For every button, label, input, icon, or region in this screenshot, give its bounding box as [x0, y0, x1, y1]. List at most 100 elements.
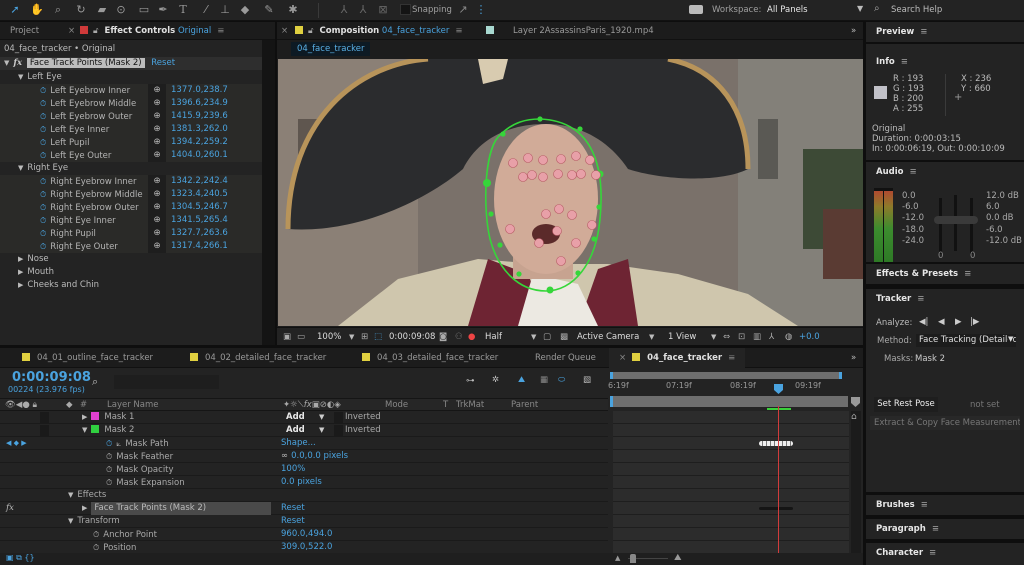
tab-04-face-tracker[interactable]: × 04_face_tracker ≡	[609, 348, 746, 368]
comp-marker-bin[interactable]	[851, 397, 860, 407]
active-comp-button[interactable]: 04_face_tracker	[291, 42, 371, 56]
layer-switches-toggle-icon[interactable]: ▣ ⧉ {}	[6, 553, 35, 563]
property-value[interactable]: 1396.6,234.9	[171, 97, 228, 110]
point-control-icon[interactable]: ⊕	[148, 136, 166, 149]
keyframes[interactable]	[759, 441, 793, 446]
panel-menu-icon[interactable]: ≡	[455, 26, 462, 36]
puppet-pin-tool-icon[interactable]: ✱	[286, 3, 300, 17]
timeline-row[interactable]: ▼ Mask 2 Add ▼ Inverted	[0, 424, 608, 437]
resolution-dropdown-icon[interactable]: ▼	[531, 328, 536, 346]
stopwatch-icon[interactable]: ⏱︎	[40, 242, 46, 251]
point-control-icon[interactable]: ⊕	[148, 149, 166, 162]
show-snapshot-icon[interactable]: ⚇	[455, 328, 463, 346]
comp-mini-flowchart-icon[interactable]: ⊶	[466, 376, 475, 386]
property-value[interactable]: 1342.2,242.4	[171, 175, 228, 188]
twirl-open-icon[interactable]: ▼	[82, 426, 87, 434]
twirl-closed-icon[interactable]: ▶	[82, 413, 87, 421]
snapshot-icon[interactable]: ◙	[439, 328, 447, 346]
fx-icon[interactable]: fx	[13, 58, 22, 68]
stopwatch-icon[interactable]: ⏱︎	[40, 216, 46, 225]
graph-editor-icon[interactable]: ▧	[583, 375, 591, 385]
effect-keyframes[interactable]	[759, 507, 793, 510]
panel-menu-icon[interactable]: ≡	[917, 294, 924, 304]
local-axis-icon[interactable]: ⅄	[337, 3, 351, 17]
timeline-row[interactable]: ⏱︎ Anchor Point 960.0,494.0	[0, 528, 608, 541]
group-right-eye[interactable]: ▼ Right Eye	[0, 162, 68, 175]
property-value[interactable]: 1327.7,263.6	[171, 227, 228, 240]
twirl-closed-icon[interactable]: ▶	[18, 268, 23, 276]
track-lane[interactable]	[613, 476, 849, 489]
fader-handles[interactable]	[934, 216, 978, 224]
view-axis-icon[interactable]: ⊠	[376, 3, 390, 17]
property-value[interactable]: 1377.0,238.7	[171, 84, 228, 97]
snapping-checkbox[interactable]	[400, 4, 411, 15]
world-axis-icon[interactable]: ⅄	[356, 3, 370, 17]
reset-link[interactable]: Reset	[151, 58, 175, 68]
stopwatch-icon[interactable]: ⏱︎	[106, 439, 112, 448]
mask-mode-dropdown-icon[interactable]: ▼	[319, 424, 324, 437]
timeline-zoom-handle[interactable]	[630, 554, 636, 563]
effects-presets-header[interactable]: Effects & Presets ≡	[866, 264, 1024, 284]
stopwatch-icon[interactable]: ⏱︎	[40, 86, 46, 95]
rotation-tool-icon[interactable]: ↻	[74, 3, 88, 17]
tab-04-02-detailed-face-tracker[interactable]: 04_02_detailed_face_tracker	[190, 348, 326, 368]
twirl-closed-icon[interactable]: ▶	[18, 255, 23, 263]
brush-tool-icon[interactable]: ⁄	[199, 3, 213, 17]
panel-menu-icon[interactable]: ≡	[217, 26, 224, 36]
property-value[interactable]: 0.0,0.0 pixels	[291, 451, 348, 461]
property-value[interactable]: 0.0 pixels	[281, 477, 322, 487]
camera-dropdown-icon[interactable]: ▼	[649, 328, 654, 346]
tab-effect-controls[interactable]: 🔓︎ Effect Controls Original ≡	[80, 22, 224, 40]
panel-menu-icon[interactable]: ≡	[964, 269, 971, 279]
reset-exposure-icon[interactable]: ◍	[785, 328, 792, 346]
shy-layers-icon[interactable]: ⛰	[518, 375, 525, 385]
timeline-row[interactable]: ▼ Effects	[0, 489, 608, 502]
timeline-row[interactable]: fx ▶ Face Track Points (Mask 2) Reset	[0, 502, 608, 515]
twirl-closed-icon[interactable]: ▶	[18, 281, 23, 289]
lock-switch[interactable]	[40, 412, 49, 423]
search-help-input[interactable]: Search Help	[891, 5, 942, 15]
property-value[interactable]: 309.0,522.0	[281, 542, 332, 552]
track-lane[interactable]	[613, 528, 849, 541]
property-value[interactable]: 1415.9,239.6	[171, 110, 228, 123]
point-control-icon[interactable]: ⊕	[148, 97, 166, 110]
flowchart-icon[interactable]: ⅄	[769, 328, 774, 346]
point-control-icon[interactable]: ⊕	[148, 240, 166, 253]
motion-blur-icon[interactable]: ⬭	[558, 375, 565, 385]
property-value[interactable]: 1317.4,266.1	[171, 240, 228, 253]
effect-name[interactable]: Face Track Points (Mask 2)	[26, 58, 145, 68]
composition-viewer[interactable]	[278, 59, 863, 326]
stopwatch-icon[interactable]: ⏱︎	[106, 452, 112, 461]
inverted-checkbox[interactable]	[334, 425, 343, 436]
eraser-tool-icon[interactable]: ◆	[238, 3, 252, 17]
audio-fader-left[interactable]	[939, 198, 942, 254]
magnification-dropdown-icon[interactable]: ▼	[349, 328, 354, 346]
group-mouth[interactable]: ▶ Mouth	[0, 266, 54, 279]
panel-menu-icon[interactable]: ≡	[921, 500, 928, 510]
zoom-out-icon[interactable]: ▲	[615, 554, 620, 562]
view-layout-select[interactable]: 1 View	[668, 328, 696, 346]
track-lane[interactable]	[613, 424, 849, 437]
twirl-open-icon[interactable]: ▼	[4, 59, 9, 67]
method-select[interactable]: Face Tracking (Detailed Features)	[916, 334, 1016, 347]
twirl-open-icon[interactable]: ▼	[18, 73, 23, 81]
workspace-select[interactable]: All Panels	[767, 5, 808, 15]
pen-tool-icon[interactable]: ✒	[156, 3, 170, 17]
stopwatch-icon[interactable]: ⏱︎	[40, 112, 46, 121]
track-lane[interactable]	[613, 502, 849, 515]
timeline-row[interactable]: ⏱︎ Mask Opacity 100%	[0, 463, 608, 476]
safe-margins-icon[interactable]: ⊞	[361, 328, 368, 346]
pixel-aspect-icon[interactable]: ⇔	[723, 328, 730, 346]
pan-behind-tool-icon[interactable]: ⊙	[114, 3, 128, 17]
work-area-bar[interactable]	[610, 372, 842, 379]
track-lane[interactable]	[613, 489, 849, 502]
property-value[interactable]: 1404.0,260.1	[171, 149, 228, 162]
selection-tool-icon[interactable]: ➚	[8, 3, 22, 17]
twirl-closed-icon[interactable]: ▶	[82, 504, 87, 512]
group-left-eye[interactable]: ▼ Left Eye	[0, 71, 62, 84]
mask-mode-select[interactable]: Add	[286, 411, 305, 424]
stopwatch-icon[interactable]: ⏱︎	[93, 530, 99, 539]
timeline-row[interactable]: ◀ ◆ ▶ ⏱︎ ⟀ Mask Path Shape...	[0, 437, 608, 450]
type-tool-icon[interactable]: T	[176, 3, 190, 17]
search-layers-icon[interactable]: ⌕	[92, 375, 98, 389]
